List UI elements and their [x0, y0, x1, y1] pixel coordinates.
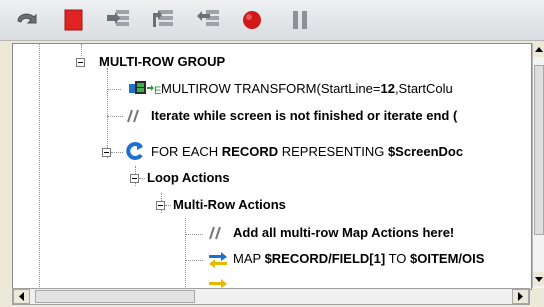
automation-editor-window: MULTI-ROW GROUP E MULTIROW TRANSFORM(Sta…: [0, 0, 544, 307]
step-over-icon[interactable]: [150, 7, 176, 33]
tree-guide-line: [185, 260, 203, 261]
tree-guide-line: [165, 205, 171, 206]
node-label: MULTI-ROW GROUP: [99, 54, 226, 69]
loop-actions-label: Loop Actions: [147, 170, 230, 185]
multirow-actions-label: Multi-Row Actions: [173, 197, 286, 212]
comment-icon: [207, 225, 227, 244]
collapse-toggle-loop-actions[interactable]: [130, 174, 139, 183]
scroll-left-arrow-icon[interactable]: [13, 289, 30, 304]
tree-guide-line: [139, 178, 145, 179]
foreach-record: RECORD: [221, 144, 279, 159]
tree-node-map[interactable]: MAP $RECORD/FIELD[1] TO $OITEM/OIS: [233, 249, 484, 269]
record-icon[interactable]: [240, 7, 266, 33]
transform-prefix: MULTIROW TRANSFORM(StartLine=: [161, 81, 381, 96]
foreach-variable: $ScreenDoc: [387, 144, 464, 159]
horizontal-scrollbar[interactable]: [12, 288, 530, 305]
scroll-down-arrow-icon[interactable]: [533, 272, 544, 286]
action-tree: MULTI-ROW GROUP E MULTIROW TRANSFORM(Sta…: [12, 43, 532, 290]
collapse-toggle-multirow-group[interactable]: [76, 58, 85, 67]
foreach-keyword: FOR EACH: [151, 144, 222, 159]
svg-text:E: E: [154, 85, 161, 97]
step-out-icon[interactable]: [196, 7, 222, 33]
undo-icon[interactable]: [14, 7, 40, 33]
tree-guide-line: [107, 89, 121, 90]
tree-node-comment[interactable]: Add all multi-row Map Actions here!: [233, 223, 454, 243]
tree-node-multirow-actions[interactable]: Multi-Row Actions: [173, 195, 286, 215]
tree-node-comment[interactable]: Iterate while screen is not finished or …: [151, 106, 457, 126]
tree-node-loop-actions[interactable]: Loop Actions: [147, 168, 230, 188]
tree-node-multirow-transform[interactable]: MULTIROW TRANSFORM(StartLine=12,StartCol…: [161, 79, 453, 99]
map-source: $RECORD/FIELD[1]: [264, 251, 386, 266]
collapse-toggle-multirow-actions[interactable]: [156, 201, 165, 210]
step-into-icon[interactable]: [105, 7, 131, 33]
toolbar: [0, 0, 544, 41]
vertical-scrollbar[interactable]: [532, 43, 544, 288]
collapse-toggle-foreach[interactable]: [102, 148, 111, 157]
tree-guide-line: [107, 116, 123, 117]
comment-text: Add all multi-row Map Actions here!: [233, 225, 455, 240]
vertical-scroll-thumb[interactable]: [534, 65, 544, 235]
scroll-up-arrow-icon[interactable]: [533, 43, 544, 57]
tree-guide-line: [81, 44, 82, 56]
tree-guide-line: [185, 218, 186, 289]
tree-guide-line: [111, 152, 123, 153]
comment-text: Iterate while screen is not finished or …: [151, 108, 458, 123]
multirow-transform-icon: E: [125, 80, 161, 101]
map-keyword: MAP: [233, 251, 265, 266]
tree-guide-line: [185, 234, 203, 235]
tree-guide-line: [39, 44, 40, 289]
stop-square-icon[interactable]: [62, 7, 88, 33]
pause-icon[interactable]: [288, 7, 314, 33]
scroll-right-arrow-icon[interactable]: [512, 289, 529, 304]
map-arrows-icon: [207, 250, 229, 271]
map-to: TO: [385, 251, 410, 266]
tree-node-for-each[interactable]: FOR EACH RECORD REPRESENTING $ScreenDoc: [151, 142, 463, 162]
comment-icon: [125, 108, 145, 127]
tree-node-multirow-group[interactable]: MULTI-ROW GROUP: [99, 52, 225, 72]
map-destination: $OITEM/OIS: [410, 251, 485, 266]
loop-icon: [125, 141, 145, 164]
foreach-representing: REPRESENTING: [278, 144, 388, 159]
transform-start-line: 12: [380, 81, 395, 96]
horizontal-scroll-thumb[interactable]: [35, 290, 195, 303]
tree-guide-line: [107, 68, 108, 158]
transform-suffix: ,StartColu: [394, 81, 453, 96]
